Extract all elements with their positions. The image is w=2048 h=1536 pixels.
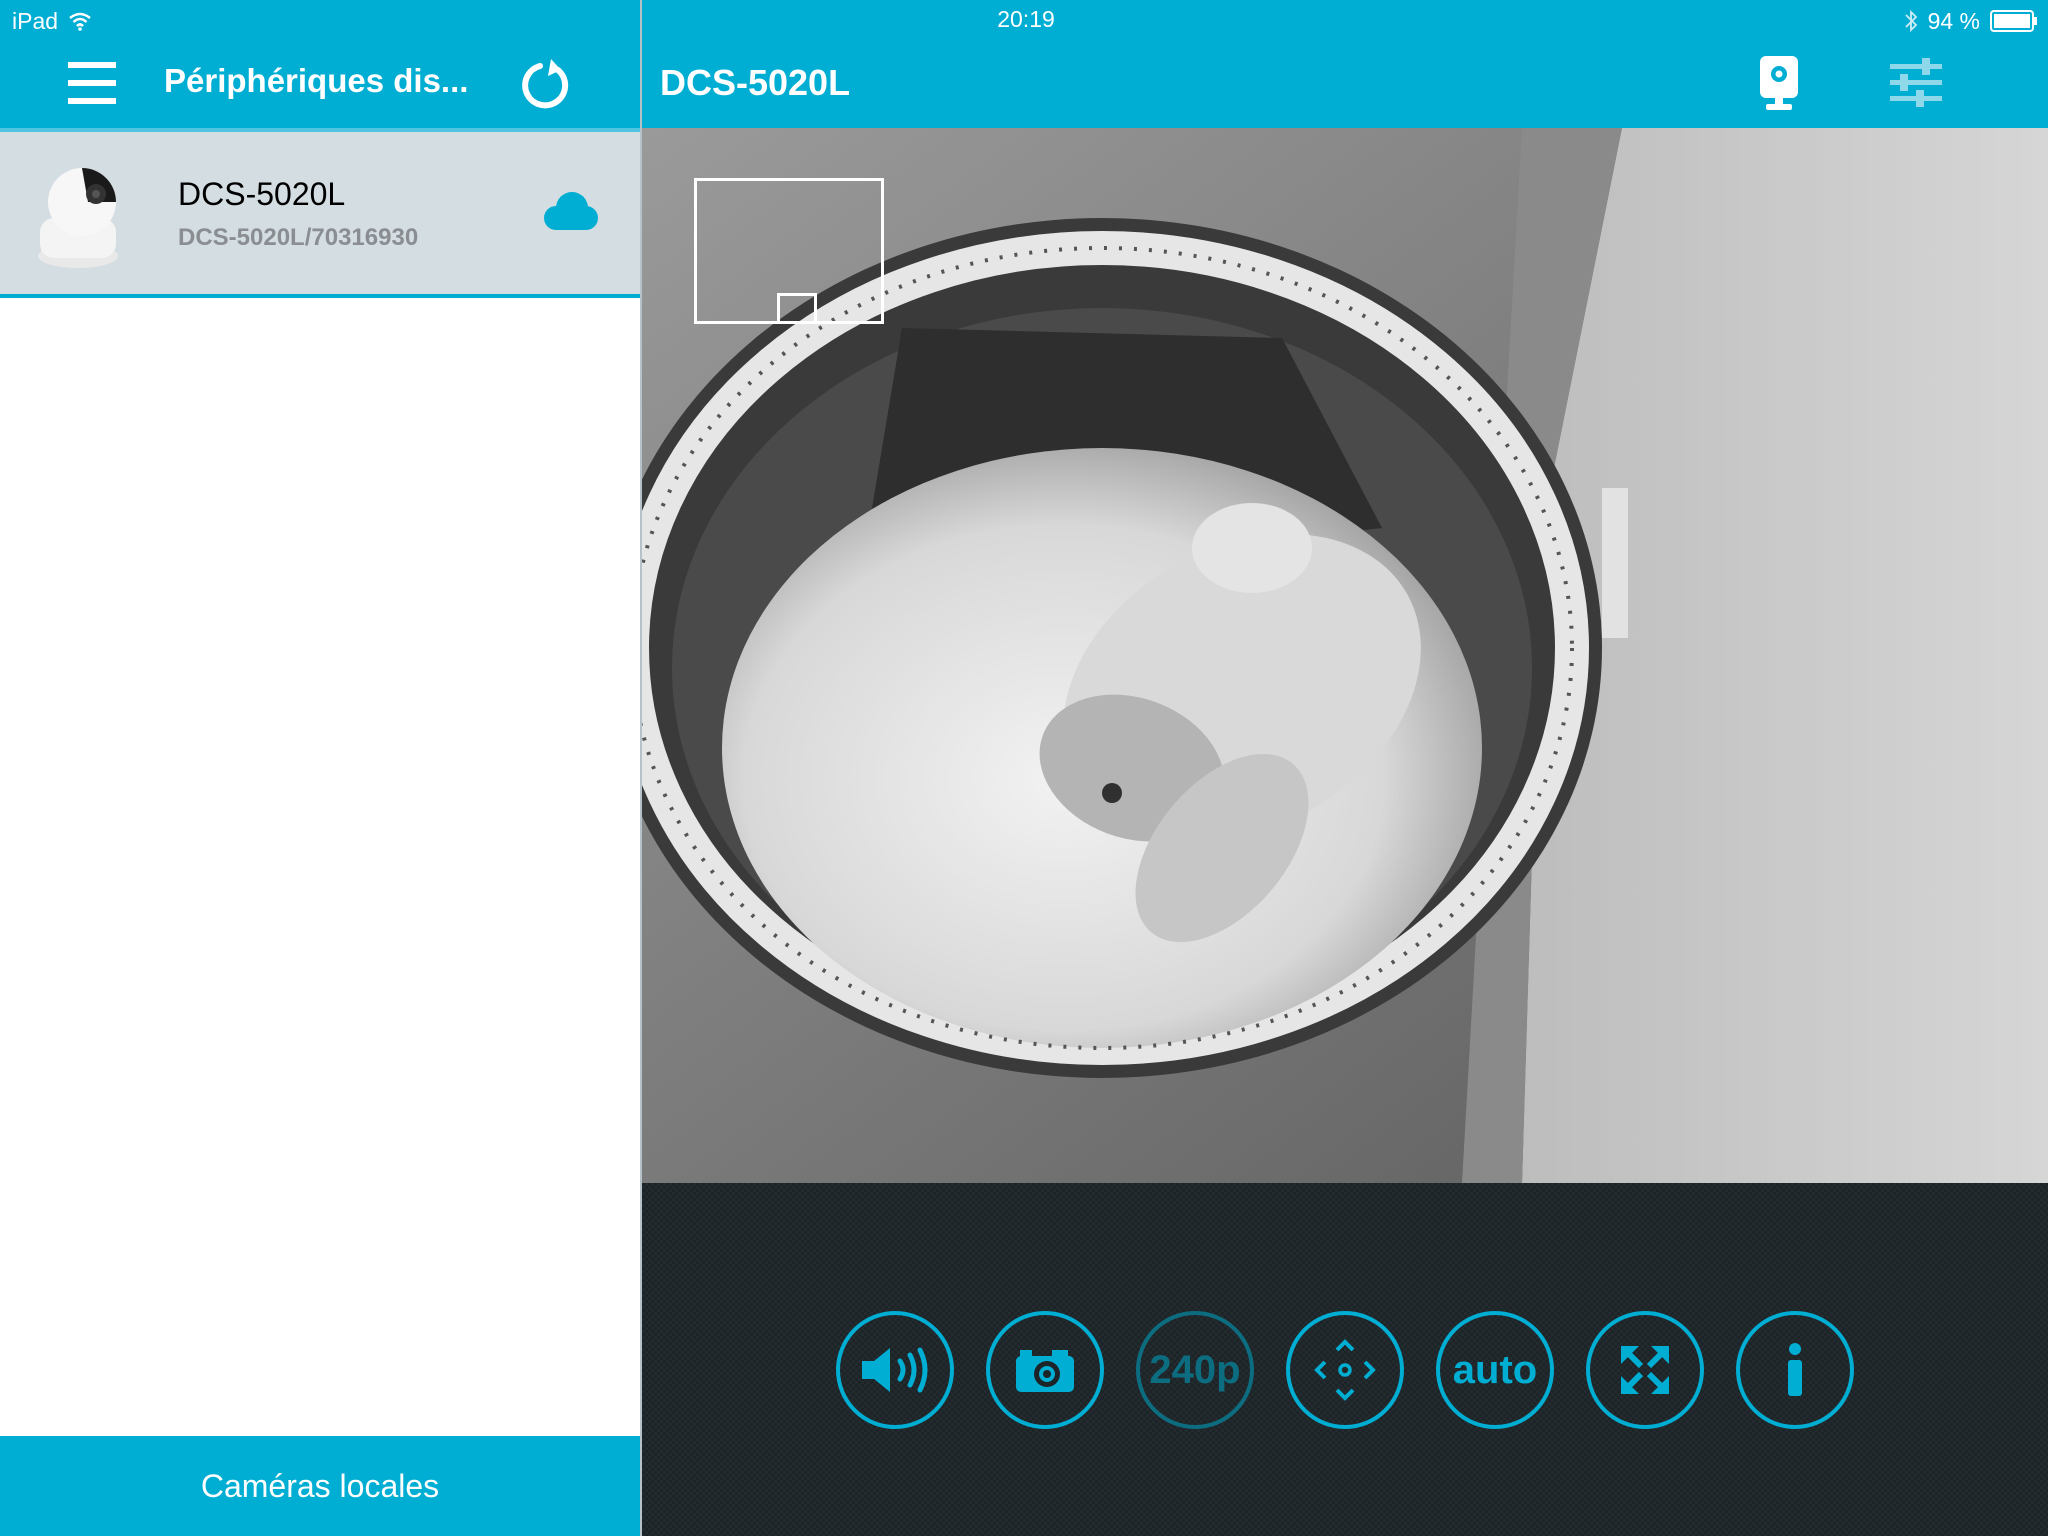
resolution-button[interactable]: 240p xyxy=(1136,1311,1254,1429)
camera-view-panel: 20:19 94 % DCS-5020L 240p auto xyxy=(640,0,2048,1536)
info-button[interactable] xyxy=(1736,1311,1854,1429)
pan-position-minimap xyxy=(694,178,884,324)
device-label: iPad xyxy=(12,7,59,34)
left-header: iPad Périphériques dis... xyxy=(0,0,640,132)
battery-icon xyxy=(1990,10,2037,32)
device-id: DCS-5020L/70316930 xyxy=(178,224,419,251)
pan-tilt-button[interactable] xyxy=(1286,1311,1404,1429)
device-name: DCS-5020L xyxy=(178,176,346,212)
settings-button[interactable] xyxy=(1888,58,1944,108)
speaker-icon xyxy=(862,1347,928,1393)
live-video-feed[interactable] xyxy=(642,128,2048,1183)
camera-device-icon xyxy=(1760,56,1798,110)
camera-icon xyxy=(1016,1350,1074,1392)
fullscreen-button[interactable] xyxy=(1586,1311,1704,1429)
menu-button[interactable] xyxy=(60,58,116,108)
camera-select-button[interactable] xyxy=(1754,54,1804,114)
status-bar-right: 94 % xyxy=(1904,6,2038,36)
device-list-item[interactable]: DCS-5020L DCS-5020L/70316930 xyxy=(0,132,640,298)
device-list-panel: iPad Périphériques dis... DCS-5020L DCS-… xyxy=(0,0,640,1536)
status-time: 20:19 xyxy=(997,6,1055,32)
bluetooth-icon xyxy=(1904,9,1917,33)
camera-thumbnail xyxy=(30,158,126,274)
status-bar-left: iPad xyxy=(12,6,92,36)
battery-percent: 94 % xyxy=(1927,7,1980,34)
audio-button[interactable] xyxy=(836,1311,954,1429)
expand-icon xyxy=(1621,1346,1669,1394)
cloud-icon xyxy=(544,192,598,230)
auto-button[interactable]: auto xyxy=(1436,1311,1554,1429)
info-icon xyxy=(1788,1343,1802,1396)
refresh-button[interactable] xyxy=(518,56,574,112)
refresh-icon xyxy=(522,59,569,109)
snapshot-button[interactable] xyxy=(986,1311,1104,1429)
panel-title: Périphériques dis... xyxy=(164,62,469,99)
minimap-viewport xyxy=(777,293,817,323)
camera-title: DCS-5020L xyxy=(660,62,851,103)
local-cameras-button[interactable]: Caméras locales xyxy=(0,1436,640,1536)
pan-tilt-icon xyxy=(1314,1339,1376,1401)
sliders-icon xyxy=(1890,58,1942,107)
controls-bar: 240p auto xyxy=(642,1183,2048,1536)
wifi-icon xyxy=(69,12,91,31)
right-header: 20:19 94 % DCS-5020L xyxy=(642,0,2048,128)
